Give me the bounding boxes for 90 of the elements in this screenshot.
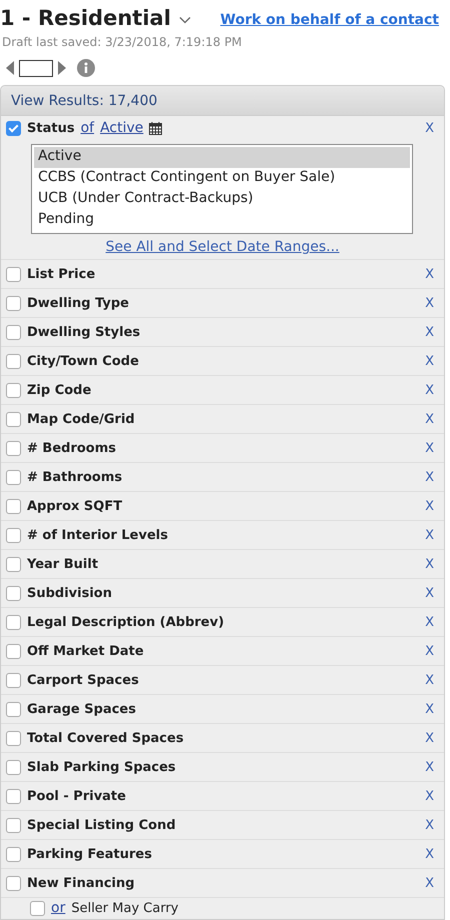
filter-label: Zip Code [27,382,92,398]
remove-button[interactable]: X [425,788,434,804]
remove-button[interactable]: X [425,556,434,572]
checkbox[interactable] [6,556,21,572]
filter-label: Carport Spaces [27,672,139,688]
value-link[interactable]: Active [100,120,144,136]
remove-button[interactable]: X [425,412,434,426]
checkbox[interactable] [6,846,21,862]
list-option[interactable]: CCBS (Contract Contingent on Buyer Sale) [34,168,410,189]
calendar-icon[interactable] [149,122,162,134]
remove-button[interactable]: X [425,818,434,832]
filter-label: Approx SQFT [27,498,122,514]
remove-button[interactable]: X [425,702,434,716]
filter-label: Map Code/Grid [27,412,135,426]
page-title: 1 - Residential [0,6,171,30]
date-ranges-link[interactable]: See All and Select Date Ranges... [106,239,340,255]
remove-button[interactable]: X [425,644,434,658]
filter-label: Status [27,120,75,136]
filter-label: # of Interior Levels [27,528,168,542]
checkbox[interactable] [6,440,21,456]
checkbox[interactable] [6,296,21,310]
remove-button[interactable]: X [425,498,434,514]
filter-label: City/Town Code [27,354,139,368]
checkbox[interactable] [6,324,21,340]
filter-label: Off Market Date [27,644,144,658]
view-results-header[interactable]: View Results: 17,400 [1,86,444,116]
connector-link[interactable]: or [51,900,66,916]
checkbox[interactable] [6,672,21,688]
filter-label: Parking Features [27,846,152,862]
filter-label: List Price [27,266,96,282]
checkbox[interactable] [6,760,21,774]
checkbox[interactable] [6,528,21,542]
remove-button[interactable]: X [425,760,434,774]
option-label: Seller May Carry [71,900,178,916]
status-listbox[interactable]: Active CCBS (Contract Contingent on Buyer Sale) UCB (Under Contract-Backups) Pending [31,144,413,234]
remove-button[interactable]: X [425,672,434,688]
contact-link[interactable]: Work on behalf of a contact [220,12,439,28]
remove-button[interactable]: X [425,382,434,398]
draft-status: Draft last saved: 3/23/2018, 7:19:18 PM [1,34,243,49]
remove-button[interactable]: X [425,440,434,456]
list-option[interactable]: UCB (Under Contract-Backups) [34,189,410,210]
filter-label: Year Built [27,556,98,572]
remove-button[interactable]: X [425,876,434,890]
list-option[interactable]: Pending [34,210,410,231]
filter-label: New Financing [27,876,135,890]
checkbox[interactable] [6,702,21,716]
checkbox[interactable] [6,120,21,136]
checkbox[interactable] [6,266,21,282]
remove-button[interactable]: X [425,846,434,862]
next-icon[interactable] [58,61,66,75]
remove-button[interactable]: X [425,354,434,368]
checkbox[interactable] [6,498,21,514]
checkbox[interactable] [6,730,21,746]
filter-label: Special Listing Cond [27,818,176,832]
filter-label: Legal Description (Abbrev) [27,614,224,630]
chevron-down-icon[interactable] [178,16,191,24]
remove-button[interactable]: X [425,296,434,310]
filter-label: Subdivision [27,586,112,600]
checkbox[interactable] [6,876,21,890]
info-icon[interactable] [77,59,95,77]
checkbox[interactable] [6,586,21,600]
filter-label: Dwelling Styles [27,324,140,340]
remove-button[interactable]: X [425,120,434,136]
filter-label: # Bathrooms [27,470,122,484]
filter-label: Pool - Private [27,788,126,804]
remove-button[interactable]: X [425,470,434,484]
checkbox[interactable] [6,614,21,630]
checkbox[interactable] [6,788,21,804]
filter-label: Slab Parking Spaces [27,760,176,774]
checkbox[interactable] [6,412,21,426]
checkbox[interactable] [6,644,21,658]
checkbox[interactable] [30,900,45,916]
checkbox[interactable] [6,470,21,484]
remove-button[interactable]: X [425,614,434,630]
remove-button[interactable]: X [425,324,434,340]
checkbox[interactable] [6,354,21,368]
filter-label: Total Covered Spaces [27,730,184,746]
checkbox[interactable] [6,382,21,398]
filter-label: # Bedrooms [27,440,116,456]
remove-button[interactable]: X [425,730,434,746]
filter-label: Garage Spaces [27,702,136,716]
remove-button[interactable]: X [425,528,434,542]
previous-icon[interactable] [6,61,14,75]
list-option[interactable]: Active [34,147,410,168]
page-input-field[interactable] [19,60,53,76]
remove-button[interactable]: X [425,586,434,600]
filter-label: Dwelling Type [27,296,129,310]
connector-link[interactable]: of [80,120,94,136]
checkbox[interactable] [6,818,21,832]
remove-button[interactable]: X [425,266,434,282]
